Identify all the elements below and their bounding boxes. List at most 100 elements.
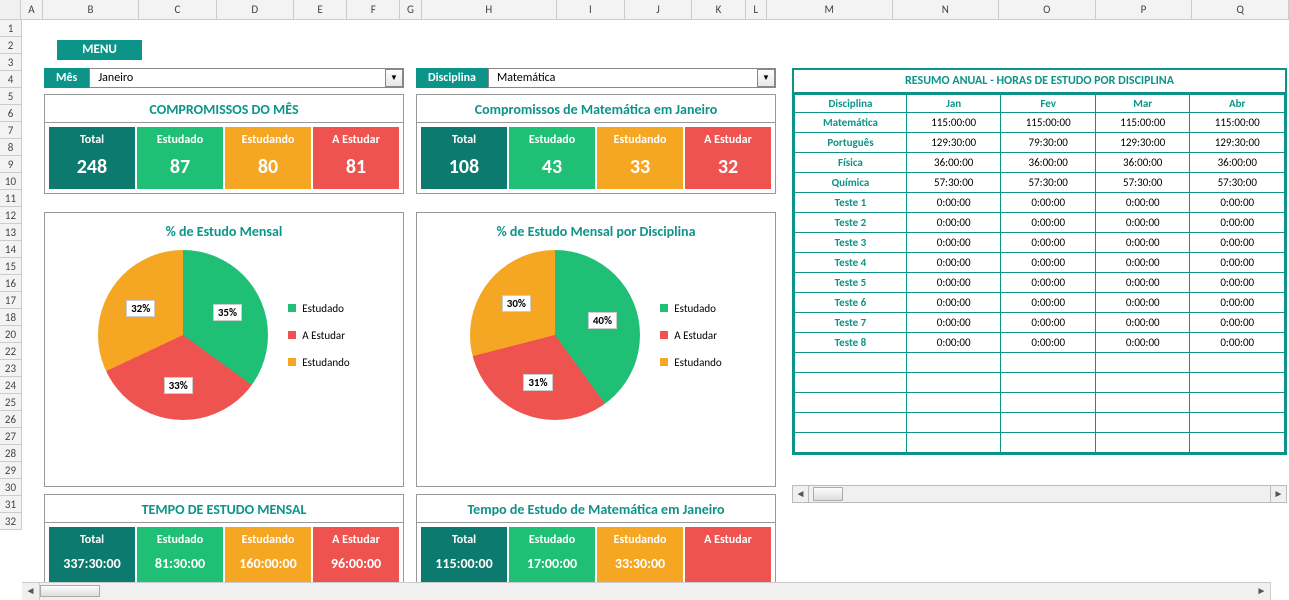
value-cell[interactable]: 36:00:00	[1095, 153, 1190, 173]
value-cell[interactable]: 0:00:00	[1095, 273, 1190, 293]
row-header[interactable]: 29	[0, 462, 22, 479]
value-cell[interactable]: 0:00:00	[1095, 253, 1190, 273]
value-cell[interactable]: 0:00:00	[906, 313, 1001, 333]
value-cell[interactable]: 115:00:00	[1190, 113, 1285, 133]
disciplina-cell[interactable]: Português	[795, 133, 907, 153]
value-cell[interactable]	[1001, 353, 1096, 373]
value-cell[interactable]: 0:00:00	[1190, 293, 1285, 313]
row-header[interactable]: 7	[0, 122, 22, 139]
value-cell[interactable]: 0:00:00	[1095, 193, 1190, 213]
column-header[interactable]: E	[294, 0, 347, 19]
row-header[interactable]: 8	[0, 139, 22, 156]
value-cell[interactable]	[906, 393, 1001, 413]
value-cell[interactable]: 115:00:00	[1001, 113, 1096, 133]
row-header[interactable]: 27	[0, 428, 22, 445]
disciplina-cell[interactable]	[795, 393, 907, 413]
mes-dropdown[interactable]: Janeiro ▼	[89, 68, 404, 88]
value-cell[interactable]: 0:00:00	[1001, 253, 1096, 273]
value-cell[interactable]: 0:00:00	[1001, 293, 1096, 313]
value-cell[interactable]: 0:00:00	[1190, 333, 1285, 353]
column-header[interactable]: O	[999, 0, 1096, 19]
summary-hscroll[interactable]: ◄ ►	[792, 485, 1287, 503]
value-cell[interactable]	[1095, 433, 1190, 453]
value-cell[interactable]: 129:30:00	[1190, 133, 1285, 153]
chevron-down-icon[interactable]: ▼	[385, 69, 403, 87]
column-header[interactable]: G	[400, 0, 421, 19]
row-header[interactable]: 6	[0, 105, 22, 122]
value-cell[interactable]	[1001, 393, 1096, 413]
row-header[interactable]: 31	[0, 496, 22, 513]
value-cell[interactable]	[1190, 393, 1285, 413]
row-header[interactable]: 24	[0, 377, 22, 394]
row-header[interactable]: 30	[0, 479, 22, 496]
row-header[interactable]: 18	[0, 309, 22, 326]
column-header[interactable]: M	[767, 0, 893, 19]
value-cell[interactable]: 79:30:00	[1001, 133, 1096, 153]
value-cell[interactable]: 36:00:00	[1001, 153, 1096, 173]
row-header[interactable]: 2	[0, 37, 22, 54]
value-cell[interactable]: 0:00:00	[1001, 233, 1096, 253]
value-cell[interactable]: 0:00:00	[1001, 213, 1096, 233]
column-header[interactable]: A	[21, 0, 42, 19]
row-header[interactable]: 10	[0, 173, 22, 190]
scroll-track[interactable]	[40, 583, 1253, 600]
sheet-hscroll[interactable]: ◄ ►	[22, 582, 1271, 600]
value-cell[interactable]: 0:00:00	[1001, 333, 1096, 353]
value-cell[interactable]: 129:30:00	[1095, 133, 1190, 153]
value-cell[interactable]: 0:00:00	[1095, 293, 1190, 313]
value-cell[interactable]: 129:30:00	[906, 133, 1001, 153]
value-cell[interactable]	[906, 373, 1001, 393]
column-header[interactable]: C	[139, 0, 216, 19]
row-header[interactable]: 3	[0, 54, 22, 71]
value-cell[interactable]: 36:00:00	[906, 153, 1001, 173]
row-header[interactable]: 13	[0, 224, 22, 241]
value-cell[interactable]: 115:00:00	[1095, 113, 1190, 133]
value-cell[interactable]	[906, 433, 1001, 453]
row-header[interactable]: 28	[0, 445, 22, 462]
scroll-left-icon[interactable]: ◄	[793, 486, 809, 502]
column-header[interactable]: J	[625, 0, 693, 19]
value-cell[interactable]: 0:00:00	[1095, 233, 1190, 253]
chevron-down-icon[interactable]: ▼	[757, 69, 775, 87]
disciplina-cell[interactable]: Matemática	[795, 113, 907, 133]
value-cell[interactable]	[1190, 433, 1285, 453]
row-header[interactable]: 9	[0, 156, 22, 173]
value-cell[interactable]: 0:00:00	[1001, 313, 1096, 333]
row-header[interactable]: 22	[0, 343, 22, 360]
value-cell[interactable]	[1190, 373, 1285, 393]
value-cell[interactable]: 0:00:00	[1095, 333, 1190, 353]
value-cell[interactable]: 57:30:00	[1095, 173, 1190, 193]
value-cell[interactable]: 0:00:00	[1001, 193, 1096, 213]
disciplina-cell[interactable]: Teste 2	[795, 213, 907, 233]
value-cell[interactable]	[1001, 433, 1096, 453]
column-header[interactable]: N	[893, 0, 999, 19]
value-cell[interactable]: 0:00:00	[906, 333, 1001, 353]
value-cell[interactable]	[1001, 373, 1096, 393]
value-cell[interactable]	[1190, 353, 1285, 373]
value-cell[interactable]: 57:30:00	[1190, 173, 1285, 193]
row-header[interactable]: 26	[0, 411, 22, 428]
value-cell[interactable]: 0:00:00	[1190, 193, 1285, 213]
value-cell[interactable]	[1001, 413, 1096, 433]
disciplina-cell[interactable]: Teste 1	[795, 193, 907, 213]
value-cell[interactable]: 0:00:00	[906, 253, 1001, 273]
column-header[interactable]: B	[43, 0, 140, 19]
disciplina-cell[interactable]: Física	[795, 153, 907, 173]
column-header[interactable]: I	[557, 0, 625, 19]
column-header[interactable]: P	[1096, 0, 1193, 19]
value-cell[interactable]: 0:00:00	[906, 213, 1001, 233]
value-cell[interactable]	[906, 413, 1001, 433]
scroll-thumb[interactable]	[813, 487, 843, 501]
value-cell[interactable]: 0:00:00	[1095, 213, 1190, 233]
column-header[interactable]: D	[217, 0, 294, 19]
value-cell[interactable]: 0:00:00	[1190, 213, 1285, 233]
disciplina-cell[interactable]	[795, 353, 907, 373]
disciplina-cell[interactable]: Teste 7	[795, 313, 907, 333]
row-header[interactable]: 23	[0, 360, 22, 377]
row-header[interactable]: 12	[0, 207, 22, 224]
scroll-thumb[interactable]	[40, 585, 100, 597]
scroll-right-icon[interactable]: ►	[1270, 486, 1286, 502]
row-header[interactable]: 32	[0, 513, 22, 530]
disciplina-cell[interactable]: Teste 3	[795, 233, 907, 253]
row-header[interactable]: 17	[0, 292, 22, 309]
